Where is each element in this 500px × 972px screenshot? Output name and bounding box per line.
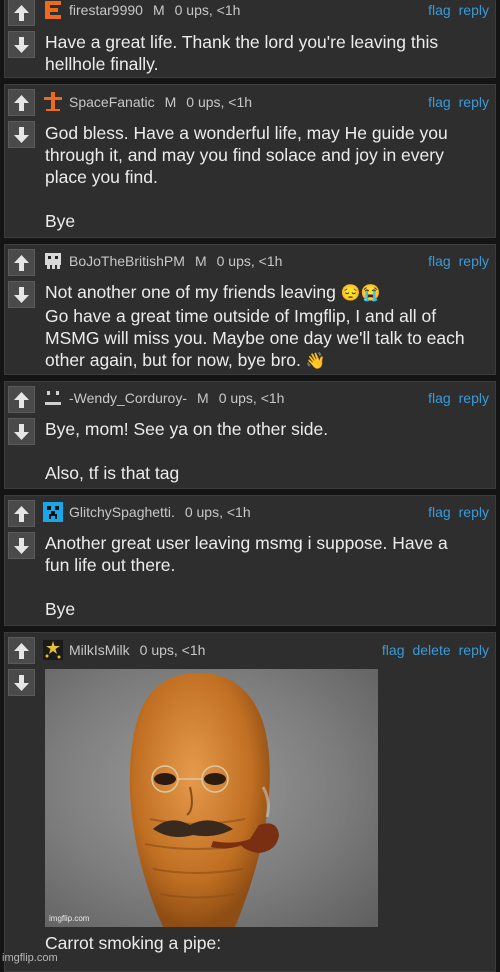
comment-meta: 0 ups, <1h <box>184 504 251 520</box>
reply-link[interactable]: reply <box>459 2 489 18</box>
downvote-button[interactable] <box>8 418 35 445</box>
arrow-down-icon <box>14 674 29 691</box>
letter-e-avatar-icon[interactable] <box>43 0 63 20</box>
flag-link[interactable]: flag <box>428 253 451 269</box>
comment-header: BoJoTheBritishPM M 0 ups, <1h flag reply <box>43 251 489 271</box>
blue-pixel-avatar-icon[interactable] <box>43 502 63 522</box>
downvote-button[interactable] <box>8 31 35 58</box>
mod-badge: M <box>152 2 165 18</box>
flag-link[interactable]: flag <box>382 642 405 658</box>
flag-link[interactable]: flag <box>428 504 451 520</box>
arrow-down-icon <box>14 36 29 53</box>
comment-meta: 0 ups, <1h <box>139 642 206 658</box>
comment-actions: flag reply <box>428 2 489 18</box>
flag-link[interactable]: flag <box>428 390 451 406</box>
downvote-button[interactable] <box>8 281 35 308</box>
comment-meta: 0 ups, <1h <box>174 2 241 18</box>
upvote-button[interactable] <box>8 500 35 527</box>
comment-header: SpaceFanatic M 0 ups, <1h flag reply <box>43 92 489 112</box>
reply-link[interactable]: reply <box>459 642 489 658</box>
comment-meta: 0 ups, <1h <box>186 94 253 110</box>
username-link[interactable]: BoJoTheBritishPM <box>69 253 185 269</box>
comment-header: firestar9990 M 0 ups, <1h flag reply <box>43 0 489 20</box>
upvote-button[interactable] <box>8 637 35 664</box>
site-watermark: imgflip.com <box>2 952 58 964</box>
comment-text: Another great user leaving msmg i suppos… <box>45 533 448 619</box>
downvote-button[interactable] <box>8 121 35 148</box>
comment-card: GlitchySpaghetti. 0 ups, <1h flag reply … <box>4 495 496 626</box>
flag-link[interactable]: flag <box>428 94 451 110</box>
comment-meta: 0 ups, <1h <box>216 253 283 269</box>
comment-meta: 0 ups, <1h <box>218 390 285 406</box>
flag-link[interactable]: flag <box>428 2 451 18</box>
arrow-up-icon <box>14 391 29 408</box>
upvote-button[interactable] <box>8 0 35 26</box>
meme-image[interactable]: imgflip.com <box>45 669 378 927</box>
reply-link[interactable]: reply <box>459 390 489 406</box>
mod-badge: M <box>194 253 207 269</box>
comment-text: Not another one of my friends leaving 😔😭… <box>45 281 475 373</box>
arrow-up-icon <box>14 642 29 659</box>
arrow-up-icon <box>14 505 29 522</box>
pixel-skull-avatar-icon[interactable] <box>43 251 63 271</box>
arrow-up-icon <box>14 254 29 271</box>
comment-actions: flag delete reply <box>382 642 489 658</box>
comment-actions: flag reply <box>428 390 489 406</box>
mod-badge: M <box>164 94 177 110</box>
downvote-button[interactable] <box>8 669 35 696</box>
comment-card: MilkIsMilk 0 ups, <1h flag delete reply <box>4 632 496 972</box>
comment-header: MilkIsMilk 0 ups, <1h flag delete reply <box>43 640 489 660</box>
arrow-down-icon <box>14 537 29 554</box>
comment-card: firestar9990 M 0 ups, <1h flag reply Hav… <box>4 0 496 78</box>
comment-actions: flag reply <box>428 94 489 110</box>
comment-header: -Wendy_Corduroy- M 0 ups, <1h flag reply <box>43 388 489 408</box>
comment-actions: flag reply <box>428 504 489 520</box>
reply-link[interactable]: reply <box>459 94 489 110</box>
downvote-button[interactable] <box>8 532 35 559</box>
upvote-button[interactable] <box>8 249 35 276</box>
arrow-up-icon <box>14 4 29 21</box>
image-watermark: imgflip.com <box>49 914 90 923</box>
username-link[interactable]: -Wendy_Corduroy- <box>69 390 187 406</box>
cross-avatar-icon[interactable] <box>43 92 63 112</box>
comment-text-body: Go have a great time outside of Imgflip,… <box>45 306 465 370</box>
arrow-down-icon <box>14 126 29 143</box>
comment-caption: Carrot smoking a pipe: <box>45 933 222 953</box>
carrot-with-pipe-image <box>129 672 279 927</box>
comment-card: SpaceFanatic M 0 ups, <1h flag reply God… <box>4 84 496 238</box>
comment-text: Have a great life. Thank the lord you're… <box>45 32 439 74</box>
comment-text: God bless. Have a wonderful life, may He… <box>45 123 448 231</box>
reply-link[interactable]: reply <box>459 504 489 520</box>
pixel-face-avatar-icon[interactable] <box>43 388 63 408</box>
arrow-up-icon <box>14 94 29 111</box>
upvote-button[interactable] <box>8 89 35 116</box>
sad-crying-emoji: 😔😭 <box>340 285 381 302</box>
username-link[interactable]: GlitchySpaghetti. <box>69 504 175 520</box>
arrow-down-icon <box>14 423 29 440</box>
comment-actions: flag reply <box>428 253 489 269</box>
waving-hand-emoji: 👋 <box>305 353 326 370</box>
upvote-button[interactable] <box>8 386 35 413</box>
arrow-down-icon <box>14 286 29 303</box>
comment-header: GlitchySpaghetti. 0 ups, <1h flag reply <box>43 502 489 522</box>
delete-link[interactable]: delete <box>412 642 450 658</box>
username-link[interactable]: MilkIsMilk <box>69 642 130 658</box>
reply-link[interactable]: reply <box>459 253 489 269</box>
comment-text-line: Not another one of my friends leaving <box>45 282 336 302</box>
username-link[interactable]: firestar9990 <box>69 2 143 18</box>
mod-badge: M <box>197 390 209 406</box>
comment-text: Bye, mom! See ya on the other side. Also… <box>45 419 329 483</box>
username-link[interactable]: SpaceFanatic <box>69 94 155 110</box>
stars-avatar-icon[interactable] <box>43 640 63 660</box>
comment-card: BoJoTheBritishPM M 0 ups, <1h flag reply… <box>4 244 496 375</box>
comment-card: -Wendy_Corduroy- M 0 ups, <1h flag reply… <box>4 381 496 489</box>
